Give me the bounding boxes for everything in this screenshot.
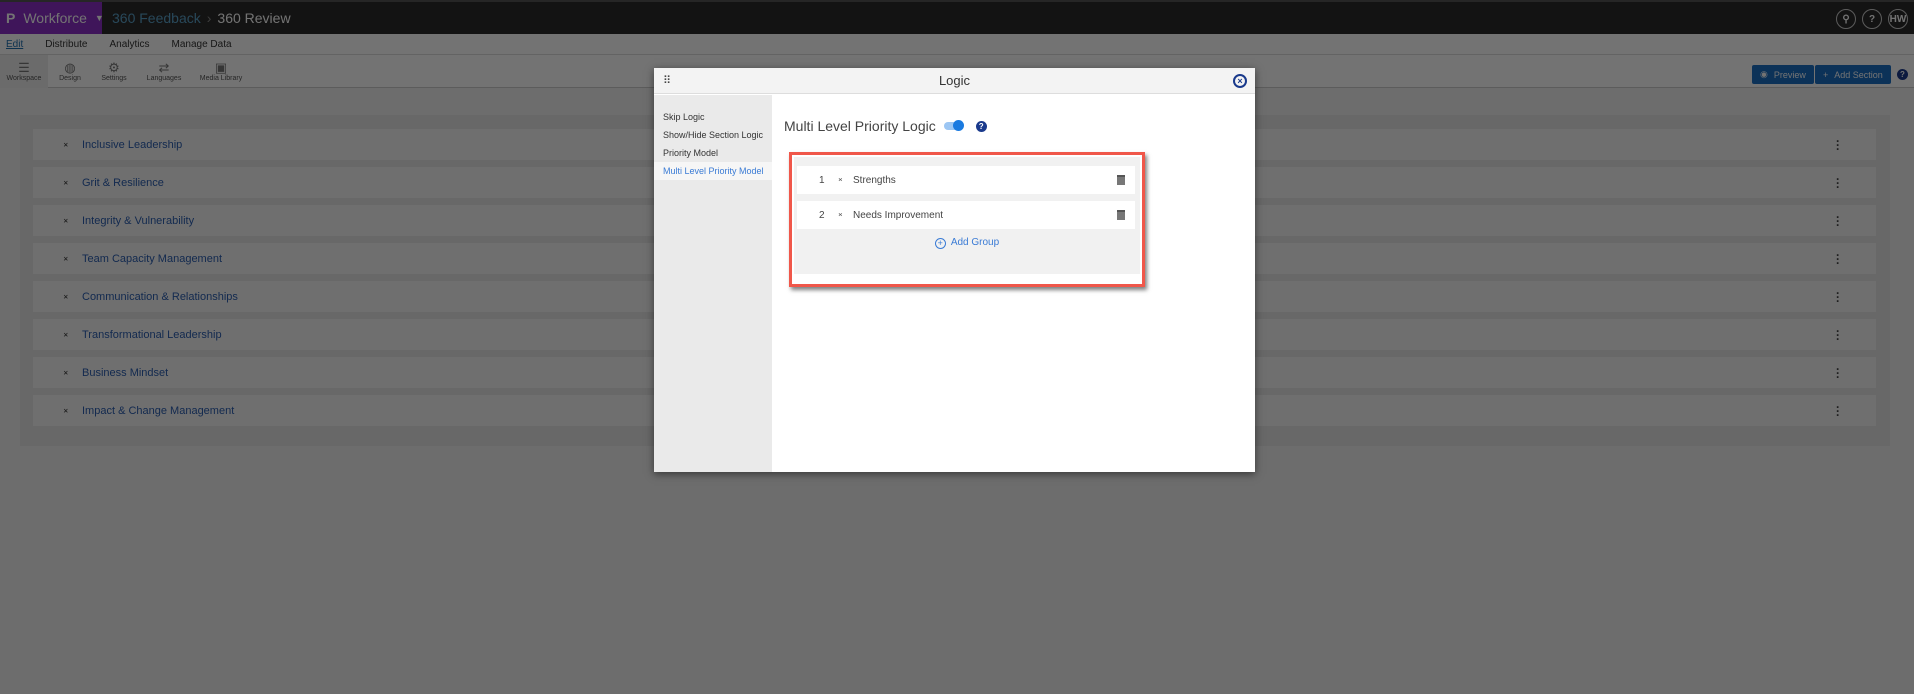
help-icon[interactable]: ? [1862, 9, 1882, 29]
user-avatar[interactable]: HW [1888, 9, 1908, 29]
section-title[interactable]: Impact & Change Management [82, 405, 234, 417]
help-icon[interactable]: ? [1897, 69, 1908, 80]
search-icon[interactable]: ⚲ [1836, 9, 1856, 29]
menu-distribute[interactable]: Distribute [45, 39, 87, 50]
enable-toggle[interactable] [943, 120, 964, 131]
trash-icon[interactable] [1117, 210, 1125, 220]
image-icon: ▣ [214, 60, 228, 75]
menu-analytics[interactable]: Analytics [109, 39, 149, 50]
section-title[interactable]: Team Capacity Management [82, 253, 222, 265]
chevron-down-icon: ▼ [94, 13, 104, 23]
group-number: 1 [819, 174, 825, 186]
section-title[interactable]: Grit & Resilience [82, 177, 164, 189]
section-title[interactable]: Transformational Leadership [82, 329, 222, 341]
tool-media-library[interactable]: ▣ Media Library [198, 55, 244, 88]
kebab-menu-icon[interactable]: · · · [1836, 401, 1840, 421]
languages-icon: ⇄ [158, 60, 170, 75]
gear-icon: ⚙ [108, 60, 120, 75]
kebab-menu-icon[interactable]: · · · [1836, 173, 1840, 193]
menu-edit[interactable]: Edit [6, 39, 23, 50]
plus-icon: + [1823, 69, 1829, 80]
sidebar-item-multi-level-priority-model[interactable]: Multi Level Priority Model [654, 162, 772, 180]
group-name[interactable]: Strengths [853, 175, 896, 186]
section-title[interactable]: Business Mindset [82, 367, 168, 379]
add-section-button[interactable]: + Add Section [1815, 65, 1891, 84]
help-icon[interactable]: ? [975, 120, 987, 132]
sidebar-item-skip-logic[interactable]: Skip Logic [654, 108, 772, 126]
brand-label: Workforce [23, 10, 87, 26]
kebab-menu-icon[interactable]: · · · [1836, 135, 1840, 155]
modal-title: Logic [938, 73, 971, 88]
product-switcher[interactable]: P Workforce ▼ [0, 2, 104, 34]
breadcrumb-link[interactable]: 360 Feedback [112, 10, 201, 26]
drag-icon[interactable]: ⌄ ⌃ [62, 327, 70, 342]
menu-manage-data[interactable]: Manage Data [172, 39, 232, 50]
group-number: 2 [819, 209, 825, 221]
kebab-menu-icon[interactable]: · · · [1836, 363, 1840, 383]
top-bar: P Workforce ▼ 360 Feedback › 360 Review ⚲ ? … [0, 0, 1914, 34]
group-row: 2 ⌄ ⌃ Needs Improvement [797, 201, 1135, 229]
preview-button[interactable]: ◉ Preview [1752, 65, 1814, 84]
drag-icon[interactable]: ⌄ ⌃ [62, 365, 70, 380]
logic-sidebar: Skip Logic Show/Hide Section Logic Prior… [654, 95, 772, 472]
logo-icon: P [6, 10, 16, 26]
tool-languages[interactable]: ⇄ Languages [142, 55, 186, 88]
logic-modal: ⠿ Logic × Skip Logic Show/Hide Section L… [654, 68, 1255, 472]
kebab-menu-icon[interactable]: · · · [1836, 325, 1840, 345]
workspace-icon: ☰ [18, 60, 30, 75]
drag-icon[interactable]: ⌄ ⌃ [837, 174, 844, 187]
drag-icon[interactable]: ⌄ ⌃ [837, 209, 844, 222]
breadcrumb-current: 360 Review [217, 10, 291, 26]
trash-icon[interactable] [1117, 175, 1125, 185]
section-title[interactable]: Inclusive Leadership [82, 139, 182, 151]
modal-header: ⠿ Logic × [654, 68, 1255, 94]
kebab-menu-icon[interactable]: · · · [1836, 287, 1840, 307]
section-title[interactable]: Integrity & Vulnerability [82, 215, 194, 227]
drag-icon[interactable]: ⌄ ⌃ [62, 289, 70, 304]
kebab-menu-icon[interactable]: · · · [1836, 211, 1840, 231]
sidebar-item-priority-model[interactable]: Priority Model [654, 144, 772, 162]
eye-icon: ◉ [1760, 69, 1768, 79]
drag-icon[interactable]: ⌄ ⌃ [62, 137, 70, 152]
section-title[interactable]: Communication & Relationships [82, 291, 238, 303]
breadcrumb: 360 Feedback › 360 Review [112, 10, 291, 26]
drag-icon[interactable]: ⌄ ⌃ [62, 175, 70, 190]
section-heading: Multi Level Priority Logic [784, 118, 936, 134]
close-icon[interactable]: × [1233, 74, 1247, 88]
tool-workspace[interactable]: ☰ Workspace [0, 55, 48, 88]
sidebar-item-show-hide-section-logic[interactable]: Show/Hide Section Logic [654, 126, 772, 144]
palette-icon: ◍ [64, 60, 76, 75]
menu-bar: Edit Distribute Analytics Manage Data [0, 34, 1914, 55]
drag-handle-icon[interactable]: ⠿ [663, 68, 671, 94]
plus-circle-icon: + [934, 238, 946, 249]
add-group-button[interactable]: + Add Group [794, 237, 1140, 249]
drag-icon[interactable]: ⌄ ⌃ [62, 403, 70, 418]
group-name[interactable]: Needs Improvement [853, 210, 943, 221]
group-row: 1 ⌄ ⌃ Strengths [797, 166, 1135, 194]
drag-icon[interactable]: ⌄ ⌃ [62, 251, 70, 266]
kebab-menu-icon[interactable]: · · · [1836, 249, 1840, 269]
tool-design[interactable]: ◍ Design [52, 55, 88, 88]
drag-icon[interactable]: ⌄ ⌃ [62, 213, 70, 228]
groups-panel: 1 ⌄ ⌃ Strengths 2 ⌄ ⌃ Needs Improvement + Add G… [789, 152, 1145, 287]
tool-settings[interactable]: ⚙ Settings [96, 55, 132, 88]
